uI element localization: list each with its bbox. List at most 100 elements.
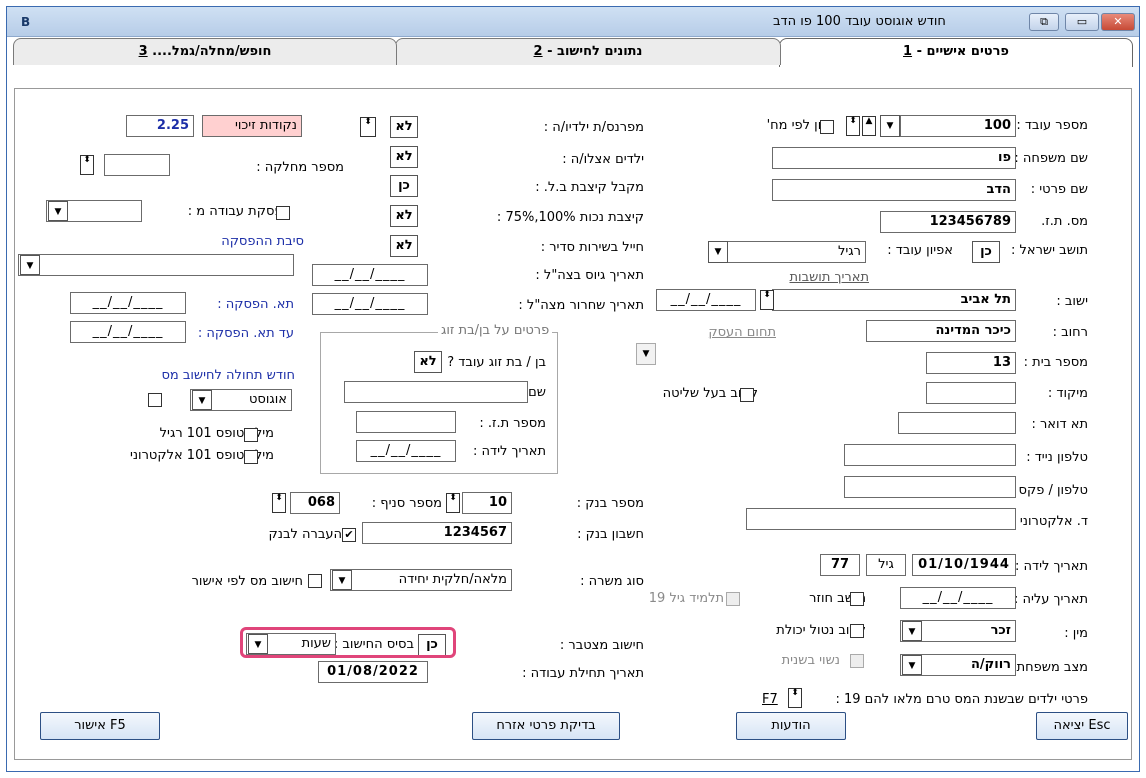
- sort-by-dept-checkbox[interactable]: [820, 120, 834, 134]
- notices-button[interactable]: הודעות: [736, 712, 846, 740]
- allowance-label: מקבל קיצבת ב.ל. :: [535, 180, 644, 195]
- branch-no-spin[interactable]: ⬍: [272, 493, 286, 513]
- stop-reason-dropdown[interactable]: ▼: [20, 255, 40, 275]
- street-input[interactable]: כיכר המדינה: [866, 320, 1016, 342]
- spouse-works-value[interactable]: לא: [414, 351, 442, 373]
- chevron-down-icon: ▼: [886, 121, 894, 131]
- chevron-down-icon: ▼: [54, 207, 62, 217]
- first-name-input[interactable]: הדב: [772, 179, 1016, 201]
- form101-regular-checkbox[interactable]: [244, 428, 258, 442]
- bank-no-input[interactable]: 10: [462, 492, 512, 514]
- student-19-checkbox[interactable]: [726, 592, 740, 606]
- start-date-label: תאריך תחילת עבודה :: [522, 666, 644, 681]
- employee-up-button[interactable]: ▲: [862, 116, 876, 136]
- spouse-id-input[interactable]: [356, 411, 456, 433]
- until-stop-date-label: עד תא. הפסקה :: [197, 326, 294, 341]
- employee-spin[interactable]: ⬍: [846, 116, 860, 136]
- soldier-value[interactable]: לא: [390, 235, 418, 257]
- until-stop-date-input[interactable]: __/__/____: [70, 321, 186, 343]
- department-spin[interactable]: ⬍: [80, 155, 94, 175]
- single-parent-spin[interactable]: ⬍: [360, 117, 376, 137]
- zip-input[interactable]: [926, 382, 1016, 404]
- exit-button[interactable]: יציאה Esc: [1036, 712, 1128, 740]
- department-input[interactable]: [104, 154, 170, 176]
- city-input[interactable]: תל אביב: [772, 289, 1016, 311]
- bank-no-spin[interactable]: ⬍: [446, 493, 460, 513]
- marital-dropdown[interactable]: ▼: [902, 655, 922, 675]
- check-civil-button[interactable]: בדיקת פרטי אזרח: [472, 712, 620, 740]
- spouse-birth-input[interactable]: __/__/____: [356, 440, 456, 462]
- spouse-works-label: בן / בת זוג עובד ? :: [438, 355, 546, 370]
- tax-start-month-label: חודש תחולה לחישוב מס: [161, 368, 295, 383]
- release-date-input[interactable]: __/__/____: [312, 293, 428, 315]
- spin-icon: ⬍: [763, 290, 771, 300]
- allowance-value[interactable]: כן: [390, 175, 418, 197]
- tax-by-approval-checkbox[interactable]: [308, 574, 322, 588]
- married-in-year-checkbox[interactable]: [850, 654, 864, 668]
- phone-fax-input[interactable]: [844, 476, 1016, 498]
- age-label: גיל: [866, 554, 906, 576]
- employee-dropdown[interactable]: ▼: [880, 115, 900, 137]
- employee-no-input[interactable]: 100: [900, 115, 1016, 137]
- spin-icon: ⬍: [791, 688, 799, 698]
- last-name-input[interactable]: פו: [772, 147, 1016, 169]
- house-no-input[interactable]: 13: [926, 352, 1016, 374]
- single-parent-label: מפרנס/ת ילדיו/ה :: [543, 120, 644, 135]
- spouse-birth-label: תאריך לידה :: [473, 444, 546, 459]
- chevron-down-icon: ▼: [338, 576, 346, 586]
- bank-transfer-checkbox[interactable]: ✔: [342, 528, 356, 542]
- controlling-relative-checkbox[interactable]: [740, 388, 754, 402]
- phone-fax-label: טלפון / פקס :: [1010, 483, 1088, 498]
- id-no-label: מס. ת.ז.: [1041, 214, 1088, 229]
- house-no-label: מספר בית :: [1023, 355, 1088, 370]
- po-box-input[interactable]: [898, 412, 1016, 434]
- tax-by-approval-label: חישוב מס לפי אישור: [191, 574, 303, 589]
- children-with-value[interactable]: לא: [390, 146, 418, 168]
- email-input[interactable]: [746, 508, 1016, 530]
- gender-label: מין :: [1064, 626, 1088, 641]
- residence-date-label: תאריך תושבות: [789, 270, 870, 285]
- draft-date-input[interactable]: __/__/____: [312, 264, 428, 286]
- chevron-down-icon: ▼: [26, 261, 34, 271]
- credit-points-value[interactable]: 2.25: [126, 115, 194, 137]
- gender-dropdown[interactable]: ▼: [902, 621, 922, 641]
- approve-button[interactable]: אישור F5: [40, 712, 160, 740]
- job-type-select[interactable]: מלאה/חלקית יחידה: [330, 569, 512, 591]
- children-spin[interactable]: ⬍: [788, 688, 802, 708]
- children-key[interactable]: F7: [762, 692, 778, 707]
- disability-value[interactable]: לא: [390, 205, 418, 227]
- returning-resident-checkbox[interactable]: [850, 592, 864, 606]
- resident-value[interactable]: כן: [972, 241, 1000, 263]
- stop-date-input[interactable]: __/__/____: [70, 292, 186, 314]
- start-date-input[interactable]: 01/08/2022: [318, 661, 428, 683]
- employee-char-label: אפיון עובד :: [887, 243, 953, 258]
- spin-icon: ⬍: [364, 117, 372, 127]
- disabled-relative-checkbox[interactable]: [850, 624, 864, 638]
- stop-work-dropdown[interactable]: ▼: [48, 201, 68, 221]
- spouse-id-label: מספר ת.ז. :: [479, 416, 546, 431]
- chevron-down-icon: ▼: [908, 661, 916, 671]
- bank-account-input[interactable]: 1234567: [362, 522, 512, 544]
- residence-date-input[interactable]: __/__/____: [656, 289, 756, 311]
- form101-electronic-checkbox[interactable]: [244, 450, 258, 464]
- business-field-dropdown[interactable]: ▼: [636, 343, 656, 365]
- bank-transfer-label: העברה לבנק: [268, 527, 342, 542]
- tax-month-dropdown[interactable]: ▼: [192, 390, 212, 410]
- mobile-input[interactable]: [844, 444, 1016, 466]
- tax-month-checkbox[interactable]: [148, 393, 162, 407]
- spouse-name-input[interactable]: [344, 381, 528, 403]
- single-parent-value[interactable]: לא: [390, 116, 418, 138]
- branch-no-input[interactable]: 068: [290, 492, 340, 514]
- employee-char-dropdown[interactable]: ▼: [708, 241, 728, 263]
- city-spin[interactable]: ⬍: [760, 290, 774, 310]
- stop-work-checkbox[interactable]: [276, 206, 290, 220]
- id-no-input[interactable]: 123456789: [880, 211, 1016, 233]
- credit-points-label: נקודות זיכוי: [202, 115, 302, 137]
- birth-date-input[interactable]: 01/10/1944: [912, 554, 1016, 576]
- stop-reason-select[interactable]: [18, 254, 294, 276]
- children-label: פרטי ילדים שבשנת המס טרם מלאו להם 19 :: [835, 692, 1088, 707]
- bank-account-label: חשבון בנק :: [577, 527, 644, 542]
- aliyah-date-input[interactable]: __/__/____: [900, 587, 1016, 609]
- employee-char-select[interactable]: רגיל: [708, 241, 866, 263]
- job-type-dropdown[interactable]: ▼: [332, 570, 352, 590]
